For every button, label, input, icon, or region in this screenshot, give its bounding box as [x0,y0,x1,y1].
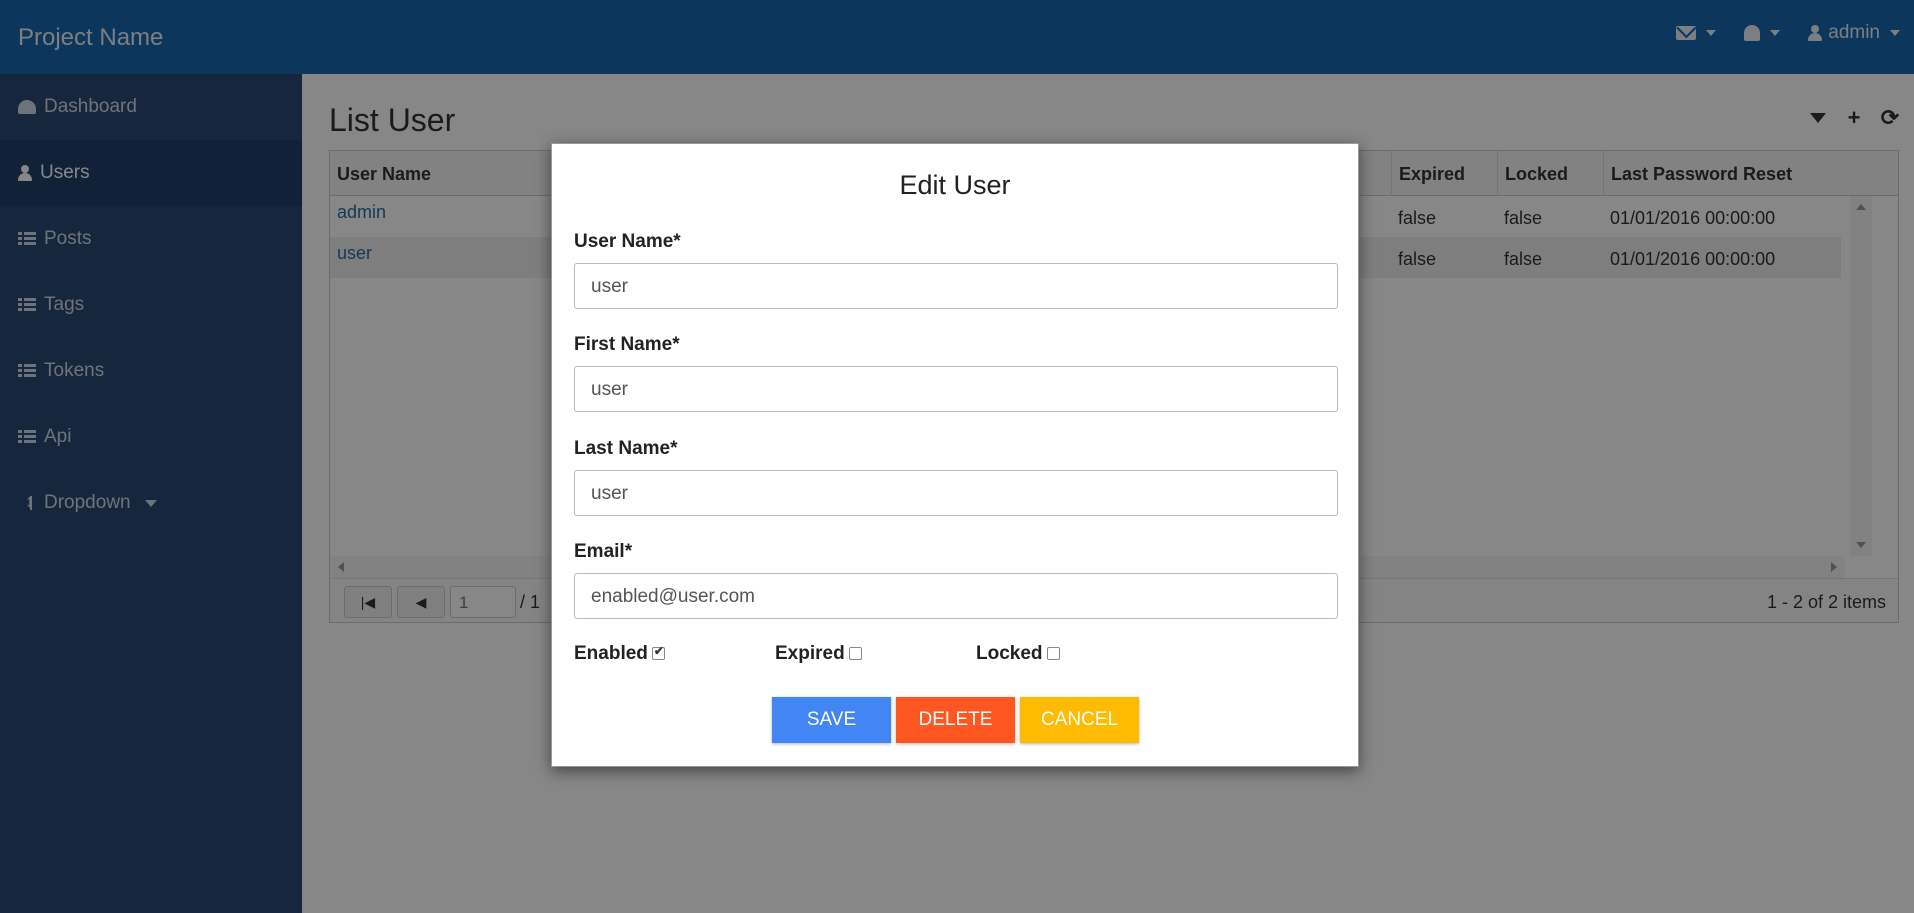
email-label: Email* [574,541,633,562]
firstname-label: First Name* [574,334,680,355]
enabled-checkbox[interactable] [651,644,665,660]
delete-button[interactable]: DELETE [896,697,1015,743]
expired-checkbox[interactable] [848,647,862,660]
username-field[interactable]: user [574,263,1338,309]
locked-label: Locked [976,643,1043,664]
enabled-label: Enabled [574,643,648,664]
locked-group: Locked [976,643,1177,665]
expired-group: Expired [775,643,976,665]
save-button[interactable]: SAVE [772,697,891,743]
username-label: User Name* [574,231,681,252]
email-field[interactable]: enabled@user.com [574,573,1338,619]
expired-label: Expired [775,643,845,664]
lastname-field[interactable]: user [574,470,1338,516]
edit-user-dialog: Edit User User Name* user First Name* us… [551,143,1359,767]
cancel-button[interactable]: CANCEL [1020,697,1139,743]
enabled-group: Enabled [574,643,775,665]
dialog-buttons: SAVE DELETE CANCEL [772,697,1139,743]
locked-checkbox[interactable] [1046,647,1060,660]
flags-row: Enabled Expired Locked [574,643,1177,665]
lastname-label: Last Name* [574,438,678,459]
firstname-field[interactable]: user [574,366,1338,412]
dialog-title: Edit User [899,170,1011,200]
